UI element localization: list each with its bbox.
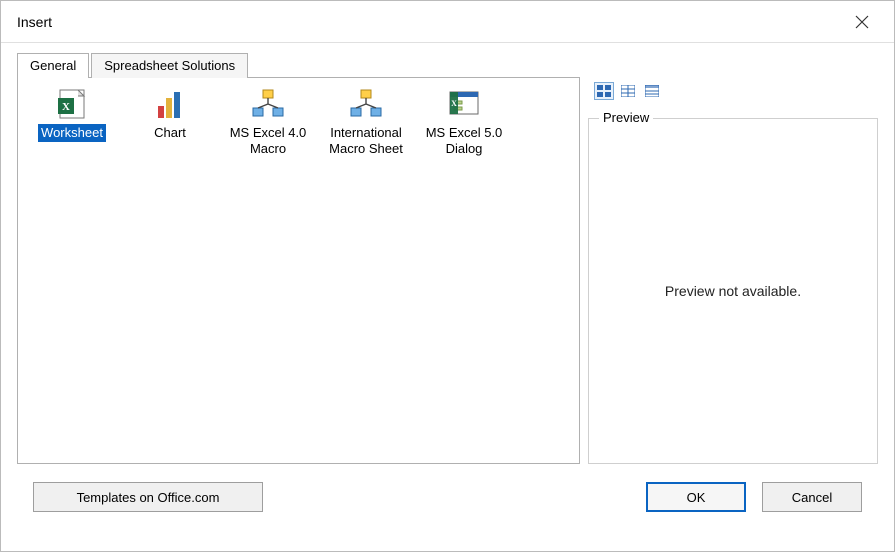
- view-large-icons-button[interactable]: [594, 82, 614, 100]
- template-list-panel: X Worksheet Chart: [17, 77, 580, 464]
- template-chart[interactable]: Chart: [122, 84, 218, 144]
- template-label: MS Excel 5.0 Dialog: [418, 124, 510, 159]
- template-worksheet[interactable]: X Worksheet: [24, 84, 120, 144]
- cancel-button[interactable]: Cancel: [762, 482, 862, 512]
- list-icon: [621, 85, 635, 97]
- dialog-icon: X: [446, 86, 482, 122]
- titlebar: Insert: [1, 1, 894, 43]
- worksheet-icon: X: [54, 86, 90, 122]
- template-label: International Macro Sheet: [320, 124, 412, 159]
- right-column: Preview Preview not available.: [588, 78, 878, 464]
- template-ms-excel-5-dialog[interactable]: X MS Excel 5.0 Dialog: [416, 84, 512, 161]
- main-panels: X Worksheet Chart: [17, 78, 878, 464]
- close-icon: [855, 15, 869, 29]
- svg-text:X: X: [62, 101, 70, 113]
- details-icon: [645, 85, 659, 97]
- view-toggle: [594, 82, 878, 100]
- large-icons-icon: [597, 85, 611, 97]
- template-label: Chart: [151, 124, 189, 142]
- dialog-title: Insert: [17, 14, 52, 30]
- view-details-button[interactable]: [642, 82, 662, 100]
- ok-button[interactable]: OK: [646, 482, 746, 512]
- close-button[interactable]: [842, 6, 882, 38]
- preview-message: Preview not available.: [665, 283, 801, 299]
- dialog-content: General Spreadsheet Solutions X: [1, 43, 894, 551]
- footer-right: OK Cancel: [646, 482, 862, 512]
- template-label: Worksheet: [38, 124, 106, 142]
- insert-dialog: Insert General Spreadsheet Solutions: [0, 0, 895, 552]
- view-list-button[interactable]: [618, 82, 638, 100]
- tab-general[interactable]: General: [17, 53, 89, 78]
- template-grid: X Worksheet Chart: [24, 84, 573, 161]
- chart-icon: [152, 86, 188, 122]
- preview-body: Preview not available.: [589, 119, 877, 463]
- international-macro-icon: [348, 86, 384, 122]
- macro-icon: [250, 86, 286, 122]
- dialog-footer: Templates on Office.com OK Cancel: [17, 464, 878, 530]
- preview-group: Preview Preview not available.: [588, 118, 878, 464]
- template-label: MS Excel 4.0 Macro: [222, 124, 314, 159]
- footer-left: Templates on Office.com: [33, 482, 263, 512]
- preview-legend: Preview: [599, 110, 653, 125]
- template-ms-excel-4-macro[interactable]: MS Excel 4.0 Macro: [220, 84, 316, 161]
- tab-spreadsheet-solutions[interactable]: Spreadsheet Solutions: [91, 53, 248, 78]
- template-international-macro-sheet[interactable]: International Macro Sheet: [318, 84, 414, 161]
- tabstrip: General Spreadsheet Solutions: [17, 53, 878, 78]
- templates-online-button[interactable]: Templates on Office.com: [33, 482, 263, 512]
- svg-text:X: X: [451, 99, 457, 108]
